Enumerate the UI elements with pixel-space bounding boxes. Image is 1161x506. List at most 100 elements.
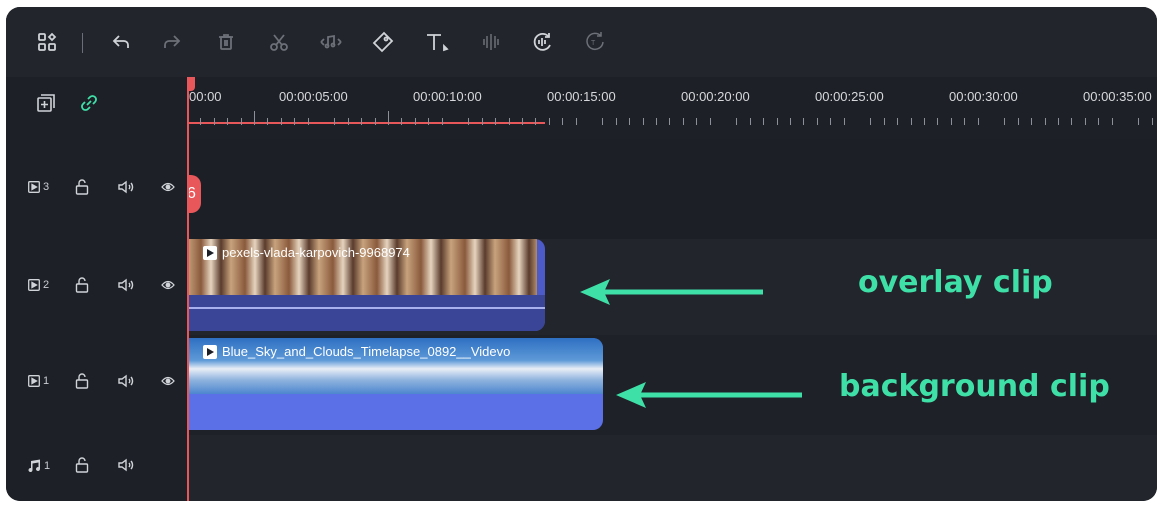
lock-icon[interactable] [75, 179, 89, 195]
speaker-icon[interactable] [117, 278, 135, 292]
ruler-tick [763, 118, 764, 125]
eye-icon[interactable] [161, 375, 175, 387]
overlay-arrow-icon [580, 279, 763, 305]
ruler-tick [281, 118, 282, 125]
overlay-clip[interactable]: pexels-vlada-karpovich-9968974 [187, 239, 545, 331]
ruler-tick [254, 111, 255, 125]
speaker-icon[interactable] [117, 180, 135, 194]
audio-sync-icon[interactable] [529, 29, 555, 55]
redo-icon[interactable] [159, 29, 185, 55]
ruler-tick [562, 118, 563, 125]
cut-icon[interactable] [266, 29, 292, 55]
lock-icon[interactable] [75, 277, 89, 293]
ruler-tick [817, 118, 818, 125]
ruler-tick [267, 118, 268, 125]
ruler-label: 00:00:35:00 [1083, 89, 1152, 104]
lock-icon[interactable] [75, 457, 89, 473]
ruler-label: 00:00:05:00 [279, 89, 348, 104]
video-track-icon: 2 [28, 279, 49, 291]
speed-icon[interactable]: T [582, 29, 608, 55]
ruler-label: 00:00:20:00 [681, 89, 750, 104]
ruler-label: 00:00:10:00 [413, 89, 482, 104]
ruler-tick [1112, 118, 1113, 125]
ruler-tick [522, 118, 523, 125]
ruler-label: 00:00:15:00 [547, 89, 616, 104]
marker-clip[interactable]: 6 [187, 175, 201, 213]
ruler-tick [227, 118, 228, 125]
toolbar-separator [82, 33, 83, 53]
time-ruler[interactable]: 00:00 00:00:05:00 00:00:10:00 00:00:15:00 00… [187, 77, 1157, 139]
eye-icon[interactable] [161, 279, 175, 291]
ruler-tick [1045, 118, 1046, 125]
track-number: 1 [44, 459, 51, 472]
track-number: 3 [43, 181, 50, 193]
ruler-tick [308, 118, 309, 125]
ruler-tick [683, 118, 684, 125]
timeline-toolbar: T [6, 7, 1157, 77]
ruler-tick [549, 118, 550, 125]
ruler-tick [602, 118, 603, 125]
link-icon[interactable] [79, 93, 99, 113]
ruler-tick [790, 118, 791, 125]
ruler-tick [978, 118, 979, 125]
music-note-icon: 1 [28, 459, 50, 472]
track-audio-1-lane[interactable] [187, 435, 1157, 501]
text-icon[interactable] [424, 29, 450, 55]
ruler-tick [361, 118, 362, 125]
delete-icon[interactable] [213, 29, 239, 55]
ruler-tick [1071, 118, 1072, 125]
overlay-annotation: overlay clip [858, 265, 1053, 300]
lock-icon[interactable] [75, 373, 89, 389]
background-clip-name: Blue_Sky_and_Clouds_Timelapse_0892__Vide… [222, 344, 511, 359]
add-track-icon[interactable] [36, 93, 56, 113]
ruler-tick [241, 118, 242, 125]
editor-window: T 00:00 00:00:05:00 00:00:10:00 00:00:15:00… [6, 7, 1157, 501]
ruler-tick [1018, 118, 1019, 125]
background-clip[interactable]: Blue_Sky_and_Clouds_Timelapse_0892__Vide… [187, 338, 603, 430]
ruler-tick [777, 118, 778, 125]
ruler-tick [576, 118, 577, 125]
eye-icon[interactable] [161, 181, 175, 193]
ruler-tick [710, 118, 711, 125]
ruler-tick [334, 118, 335, 125]
ruler-label: 00:00:25:00 [815, 89, 884, 104]
overlay-clip-volume-line [187, 307, 545, 309]
ruler-tick [924, 118, 925, 125]
playhead-handle[interactable] [187, 77, 195, 91]
ruler-tick [388, 111, 389, 125]
ruler-tick [830, 118, 831, 125]
ruler-tick [482, 118, 483, 125]
ruler-tick [1031, 118, 1032, 125]
speaker-icon[interactable] [117, 458, 135, 472]
track-video-3-lane[interactable] [187, 139, 1157, 239]
ruler-tick [495, 118, 496, 125]
video-track-icon: 3 [28, 181, 49, 193]
ruler-label: 00:00:30:00 [949, 89, 1018, 104]
tag-icon[interactable] [370, 29, 396, 55]
split-icon[interactable] [478, 29, 504, 55]
ruler-tick [750, 118, 751, 125]
ruler-tick [468, 118, 469, 125]
background-annotation: background clip [839, 369, 1110, 404]
ruler-tick [415, 118, 416, 125]
track-header-video-2: 2 [6, 273, 187, 303]
ruler-tick [1152, 118, 1153, 125]
ruler-tick [1004, 118, 1005, 125]
video-track-icon: 1 [28, 375, 49, 387]
ruler-tick [870, 118, 871, 125]
background-clip-title: Blue_Sky_and_Clouds_Timelapse_0892__Vide… [203, 344, 510, 359]
speaker-icon[interactable] [117, 374, 135, 388]
ruler-tick [643, 118, 644, 125]
playhead[interactable] [187, 77, 189, 501]
ruler-tick [656, 118, 657, 125]
ruler-tick [401, 118, 402, 125]
ruler-tick [348, 118, 349, 125]
audio-icon[interactable] [318, 29, 344, 55]
ruler-tick [1085, 118, 1086, 125]
ruler-tick [736, 118, 737, 125]
ruler-tick [884, 118, 885, 125]
ruler-tick [696, 118, 697, 125]
track-number: 2 [43, 279, 50, 291]
layout-grid-icon[interactable] [34, 29, 60, 55]
undo-icon[interactable] [108, 29, 134, 55]
